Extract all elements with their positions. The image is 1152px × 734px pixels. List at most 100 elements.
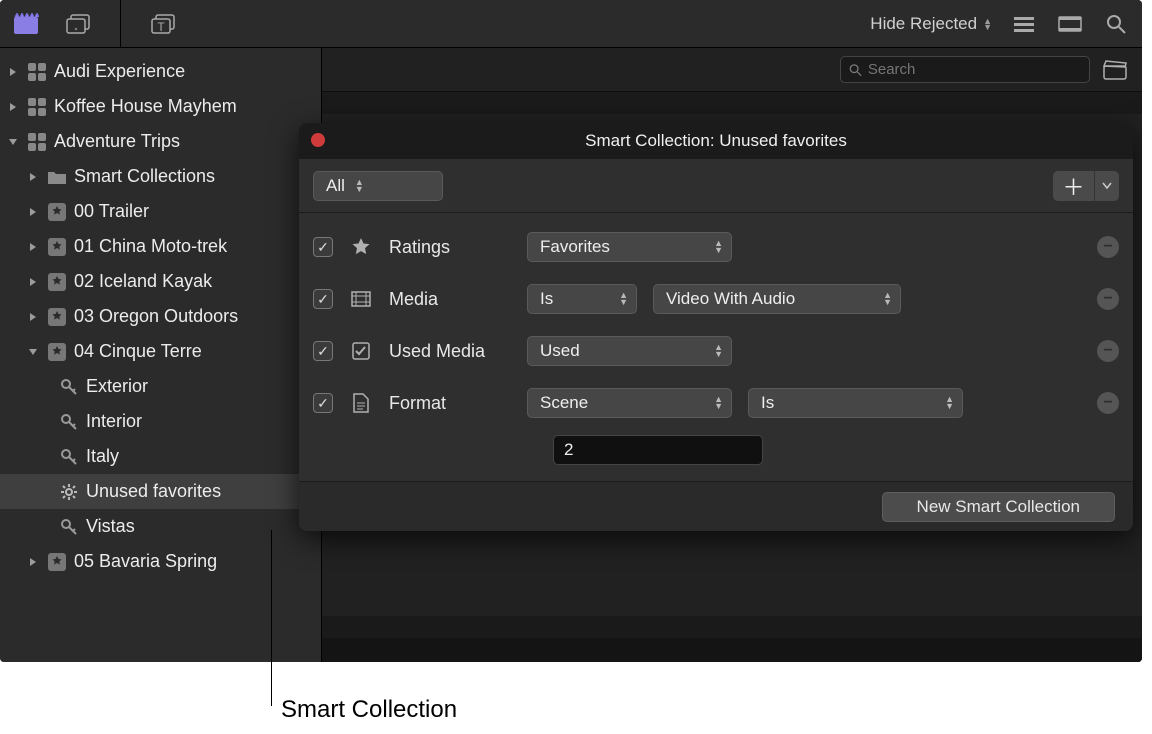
sidebar-item-event[interactable]: 03 Oregon Outdoors [0,299,321,334]
disclosure-right-icon[interactable] [26,310,40,324]
library-tab-icon[interactable] [12,10,40,38]
disclosure-down-icon[interactable] [6,135,20,149]
sidebar-item-smart-collections[interactable]: Smart Collections [0,159,321,194]
new-smart-collection-button[interactable]: New Smart Collection [882,492,1115,522]
library-icon [26,96,48,118]
event-icon [46,306,68,328]
event-icon [46,341,68,363]
updown-icon: ▲▼ [983,18,992,30]
sidebar-item-event[interactable]: 00 Trailer [0,194,321,229]
search-field[interactable] [840,56,1090,83]
add-rule-button[interactable]: ＋ [1053,171,1095,201]
smart-collection-dialog: Smart Collection: Unused favorites All ▲… [299,123,1133,531]
remove-rule-button[interactable]: − [1097,340,1119,362]
keyword-label: Exterior [86,376,321,397]
callout-line [271,530,272,706]
sidebar-item-event[interactable]: 01 China Moto-trek [0,229,321,264]
clip-list-icon[interactable] [1010,10,1038,38]
updown-icon: ▲▼ [355,179,364,193]
sidebar-item-label: 04 Cinque Terre [74,341,321,362]
rule-row: ✓ Used Media Used ▲▼ − [313,325,1119,377]
clip-appearance-icon[interactable] [1100,57,1130,83]
library-label: Adventure Trips [54,131,321,152]
rule-value-popup[interactable]: Favorites ▲▼ [527,232,732,262]
rule-name: Media [389,289,511,310]
match-popup[interactable]: All ▲▼ [313,171,443,201]
svg-text:T: T [157,20,165,34]
checkbox-icon [349,339,373,363]
rule-value-popup[interactable]: Scene ▲▼ [527,388,732,418]
close-button[interactable] [311,133,325,147]
search-icon[interactable] [1102,10,1130,38]
disclosure-right-icon[interactable] [26,275,40,289]
remove-rule-button[interactable]: − [1097,236,1119,258]
format-value-input[interactable]: 2 [553,435,763,465]
library-row[interactable]: Adventure Trips [0,124,321,159]
filmstrip-icon[interactable] [1056,10,1084,38]
smart-collection-row[interactable]: Unused favorites [0,474,321,509]
photos-tab-icon[interactable] [64,10,92,38]
event-icon [46,551,68,573]
disclosure-right-icon[interactable] [26,205,40,219]
rule-checkbox[interactable]: ✓ [313,237,333,257]
document-icon [349,391,373,415]
disclosure-right-icon[interactable] [6,100,20,114]
hide-rejected-label: Hide Rejected [870,14,977,34]
disclosure-right-icon[interactable] [6,65,20,79]
keyword-row[interactable]: Exterior [0,369,321,404]
folder-icon [46,166,68,188]
titles-tab-icon[interactable]: T [149,10,177,38]
star-icon [349,235,373,259]
rule-row: ✓ Ratings Favorites ▲▼ − [313,221,1119,273]
updown-icon: ▲▼ [714,344,723,358]
sidebar-item-label: Smart Collections [74,166,321,187]
library-label: Koffee House Mayhem [54,96,321,117]
hide-rejected-popup[interactable]: Hide Rejected ▲▼ [870,14,992,34]
match-value: All [326,176,345,196]
rule-row: ✓ Format Scene ▲▼ Is ▲▼ − [313,377,1119,429]
library-icon [26,131,48,153]
updown-icon: ▲▼ [883,292,892,306]
sidebar-item-label: 03 Oregon Outdoors [74,306,321,327]
sidebar-item-event[interactable]: 05 Bavaria Spring [0,544,321,579]
remove-rule-button[interactable]: − [1097,392,1119,414]
keyword-row[interactable]: Vistas [0,509,321,544]
rule-checkbox[interactable]: ✓ [313,341,333,361]
rule-value-popup[interactable]: Is ▲▼ [748,388,963,418]
dialog-title: Smart Collection: Unused favorites [585,131,847,151]
search-icon [849,63,862,77]
updown-icon: ▲▼ [945,396,954,410]
key-icon [58,411,80,433]
keyword-row[interactable]: Interior [0,404,321,439]
event-icon [46,201,68,223]
disclosure-down-icon[interactable] [26,345,40,359]
add-rule-dropdown[interactable] [1095,171,1119,201]
keyword-label: Interior [86,411,321,432]
disclosure-right-icon[interactable] [26,240,40,254]
rule-checkbox[interactable]: ✓ [313,393,333,413]
library-row[interactable]: Koffee House Mayhem [0,89,321,124]
key-icon [58,446,80,468]
disclosure-right-icon[interactable] [26,170,40,184]
rule-value-popup[interactable]: Is ▲▼ [527,284,637,314]
rule-value-popup[interactable]: Used ▲▼ [527,336,732,366]
keyword-label: Vistas [86,516,321,537]
rule-value-popup[interactable]: Video With Audio ▲▼ [653,284,901,314]
sidebar-item-event[interactable]: 02 Iceland Kayak [0,264,321,299]
toolbar: T Hide Rejected ▲▼ [0,0,1142,48]
rule-checkbox[interactable]: ✓ [313,289,333,309]
sidebar-item-label: 01 China Moto-trek [74,236,321,257]
sidebar-item-label: 00 Trailer [74,201,321,222]
keyword-row[interactable]: Italy [0,439,321,474]
key-icon [58,516,80,538]
remove-rule-button[interactable]: − [1097,288,1119,310]
disclosure-right-icon[interactable] [26,555,40,569]
updown-icon: ▲▼ [619,292,628,306]
gear-icon [58,481,80,503]
sidebar: Audi Experience Koffee House Mayhem Adve… [0,48,322,662]
sidebar-item-event[interactable]: 04 Cinque Terre [0,334,321,369]
search-input[interactable] [868,61,1081,78]
keyword-label: Unused favorites [86,481,321,502]
library-row[interactable]: Audi Experience [0,54,321,89]
event-icon [46,236,68,258]
